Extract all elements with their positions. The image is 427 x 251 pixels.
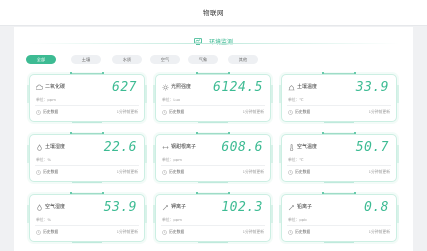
sensor-value: 22.6 xyxy=(103,140,137,155)
card-decoration xyxy=(322,132,356,136)
clock-icon xyxy=(162,109,167,115)
filter-chip-other[interactable]: 其他 xyxy=(228,55,258,64)
clock-icon xyxy=(288,169,293,175)
card-decoration xyxy=(70,192,104,196)
history-link[interactable]: 历史数据 xyxy=(162,169,184,175)
history-link[interactable]: 历史数据 xyxy=(288,229,310,235)
sensor-unit: 单位：ppm xyxy=(162,157,182,162)
lead-icon xyxy=(288,205,294,211)
card-decoration xyxy=(70,132,104,136)
sensor-unit: 单位：℃ xyxy=(288,157,304,162)
sensor-card-co2[interactable]: 二氧化碳 627 单位：ppm 历史数据 1分钟前更新 xyxy=(27,72,147,123)
sensor-unit: 单位：ppm xyxy=(162,217,182,222)
sensor-card-light[interactable]: 光照强度 6124.5 单位：Lux 历史数据 1分钟前更新 xyxy=(153,72,273,123)
potassium-icon xyxy=(162,205,168,211)
droplet-icon xyxy=(37,204,42,211)
sensor-value: 50.7 xyxy=(355,140,389,155)
sensor-name: 铅离子 xyxy=(297,204,313,210)
sensor-unit: 单位：ppb xyxy=(288,217,307,222)
category-filter-bar: 全部 土壤 水质 空气 气象 其他 xyxy=(26,55,406,64)
sensor-card-air-temp[interactable]: 空气温度 50.7 单位：℃ 历史数据 1分钟前更新 xyxy=(279,132,399,183)
card-decoration xyxy=(196,132,230,136)
clock-icon xyxy=(162,169,167,175)
sensor-name: 土壤湿度 xyxy=(45,144,66,150)
card-decoration xyxy=(196,192,230,196)
filter-chip-soil[interactable]: 土壤 xyxy=(71,55,101,64)
update-time: 1分钟前更新 xyxy=(368,229,390,234)
filter-chip-weather[interactable]: 气象 xyxy=(188,55,218,64)
update-time: 1分钟前更新 xyxy=(242,169,264,174)
update-time: 1分钟前更新 xyxy=(116,229,138,234)
sensor-name: 空气湿度 xyxy=(45,204,66,210)
sensor-card-air-humidity[interactable]: 空气湿度 53.9 单位：% 历史数据 1分钟前更新 xyxy=(27,192,147,243)
sensor-unit: 单位：ppm xyxy=(36,97,56,102)
filter-chip-air[interactable]: 空气 xyxy=(150,55,180,64)
sensor-value: 102.3 xyxy=(221,200,263,215)
sensor-value: 627 xyxy=(112,80,137,95)
history-link[interactable]: 历史数据 xyxy=(36,169,58,175)
sensor-value: 608.6 xyxy=(221,140,263,155)
update-time: 1分钟前更新 xyxy=(116,109,138,114)
filter-chip-all[interactable]: 全部 xyxy=(26,55,56,64)
filter-chip-water[interactable]: 水质 xyxy=(112,55,142,64)
sensor-card-soil-temp[interactable]: 土壤温度 33.9 单位：℃ 历史数据 1分钟前更新 xyxy=(279,72,399,123)
history-link[interactable]: 历史数据 xyxy=(288,169,310,175)
history-link[interactable]: 历史数据 xyxy=(36,109,58,115)
clock-icon xyxy=(288,229,293,235)
sensor-card-lead[interactable]: 铅离子 0.8 单位：ppb 历史数据 1分钟前更新 xyxy=(279,192,399,243)
sensor-name: 二氧化碳 xyxy=(45,84,66,90)
section-header: 环境监测 xyxy=(14,31,413,50)
sensor-unit: 单位：℃ xyxy=(288,97,304,102)
card-decoration xyxy=(70,72,104,76)
sensor-value: 53.9 xyxy=(103,200,137,215)
clock-icon xyxy=(162,229,167,235)
update-time: 1分钟前更新 xyxy=(242,109,264,114)
update-time: 1分钟前更新 xyxy=(368,109,390,114)
history-link[interactable]: 历史数据 xyxy=(288,109,310,115)
sensor-name: 土壤温度 xyxy=(297,84,318,90)
sensor-name: 光照强度 xyxy=(171,84,192,90)
ion-icon xyxy=(162,146,169,149)
sun-icon xyxy=(162,84,169,91)
clock-icon xyxy=(36,169,41,175)
app-header: 物联网 xyxy=(0,0,427,26)
sensor-unit: 单位：Lux xyxy=(162,97,181,102)
sensor-value: 0.8 xyxy=(364,200,389,215)
sensor-unit: 单位：% xyxy=(36,157,51,162)
sensor-unit: 单位：% xyxy=(36,217,51,222)
app-title: 物联网 xyxy=(203,9,224,17)
monitor-panel: 环境监测 全部 土壤 水质 空气 气象 其他 二氧化碳 627 单位：ppm 历… xyxy=(14,27,413,251)
update-time: 1分钟前更新 xyxy=(242,229,264,234)
clock-icon xyxy=(36,109,41,115)
card-decoration xyxy=(322,192,356,196)
update-time: 1分钟前更新 xyxy=(116,169,138,174)
update-time: 1分钟前更新 xyxy=(368,169,390,174)
sensor-card-soil-humidity[interactable]: 土壤湿度 22.6 单位：% 历史数据 1分钟前更新 xyxy=(27,132,147,183)
sensor-card-ion[interactable]: 钢甜根离子 608.6 单位：ppm 历史数据 1分钟前更新 xyxy=(153,132,273,183)
section-title: 环境监测 xyxy=(209,37,233,46)
section-divider xyxy=(28,43,399,44)
history-link[interactable]: 历史数据 xyxy=(162,229,184,235)
soil-humidity-icon xyxy=(37,144,42,151)
sensor-value: 33.9 xyxy=(355,80,389,95)
co2-icon xyxy=(36,84,43,90)
soil-temp-icon xyxy=(288,85,295,91)
history-link[interactable]: 历史数据 xyxy=(162,109,184,115)
card-decoration xyxy=(196,72,230,76)
sensor-card-potassium[interactable]: 钾离子 102.3 单位：ppm 历史数据 1分钟前更新 xyxy=(153,192,273,243)
thermometer-icon xyxy=(290,144,294,151)
sensor-name: 空气温度 xyxy=(297,144,318,150)
sensor-name: 钢甜根离子 xyxy=(171,144,197,150)
clock-icon xyxy=(36,229,41,235)
sensor-value: 6124.5 xyxy=(213,80,263,95)
sensor-name: 钾离子 xyxy=(171,204,187,210)
history-link[interactable]: 历史数据 xyxy=(36,229,58,235)
card-decoration xyxy=(322,72,356,76)
clock-icon xyxy=(288,109,293,115)
